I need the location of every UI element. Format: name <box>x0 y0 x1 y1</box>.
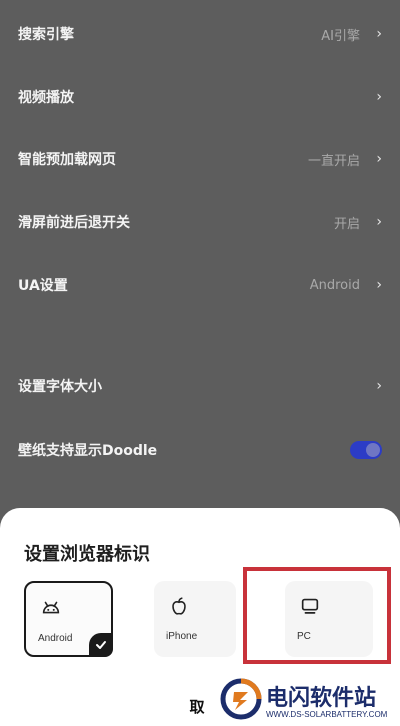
setting-font-size[interactable]: 设置字体大小 › <box>0 366 400 406</box>
setting-search-engine[interactable]: 搜索引擎 AI引擎 › <box>0 14 400 54</box>
setting-value: AI引擎 <box>321 28 360 44</box>
setting-video-playback[interactable]: 视频播放 › <box>0 77 400 117</box>
option-iphone[interactable]: iPhone <box>154 581 236 657</box>
watermark-url: WWW.DS-SOLARBATTERY.COM <box>266 710 388 719</box>
option-label: Android <box>38 633 73 644</box>
watermark-name: 电闪软件站 <box>266 686 377 711</box>
option-label: iPhone <box>166 631 198 642</box>
setting-value: 一直开启 <box>307 153 360 169</box>
toggle-knob <box>366 443 380 457</box>
chevron-right-icon: › <box>376 378 382 394</box>
check-icon <box>89 633 113 657</box>
setting-label: UA设置 <box>18 278 68 294</box>
option-android[interactable]: Android <box>24 581 113 657</box>
chevron-right-icon: › <box>376 89 382 105</box>
sheet-title: 设置浏览器标识 <box>24 544 150 565</box>
setting-swipe-navigation[interactable]: 滑屏前进后退开关 开启 › <box>0 202 400 242</box>
setting-ua[interactable]: UA设置 Android › <box>0 265 400 305</box>
setting-smart-preload[interactable]: 智能预加载网页 一直开启 › <box>0 139 400 179</box>
setting-label: 壁纸支持显示Doodle <box>18 443 158 459</box>
chevron-right-icon: › <box>376 151 382 167</box>
chevron-right-icon: › <box>376 26 382 42</box>
setting-value: Android <box>309 277 360 293</box>
setting-doodle-wallpaper: 壁纸支持显示Doodle <box>0 430 400 470</box>
site-logo-icon <box>220 678 262 720</box>
setting-label: 滑屏前进后退开关 <box>18 215 130 231</box>
setting-value: 开启 <box>333 216 360 232</box>
android-icon <box>42 601 60 614</box>
setting-label: 设置字体大小 <box>18 379 102 395</box>
chevron-right-icon: › <box>376 277 382 293</box>
doodle-toggle[interactable] <box>350 441 382 459</box>
chevron-right-icon: › <box>376 214 382 230</box>
setting-label: 搜索引擎 <box>18 27 74 43</box>
setting-label: 智能预加载网页 <box>18 152 116 168</box>
watermark: 电闪软件站 WWW.DS-SOLARBATTERY.COM <box>208 672 400 726</box>
highlight-annotation <box>243 567 391 664</box>
apple-icon <box>172 597 186 615</box>
setting-label: 视频播放 <box>18 90 74 106</box>
